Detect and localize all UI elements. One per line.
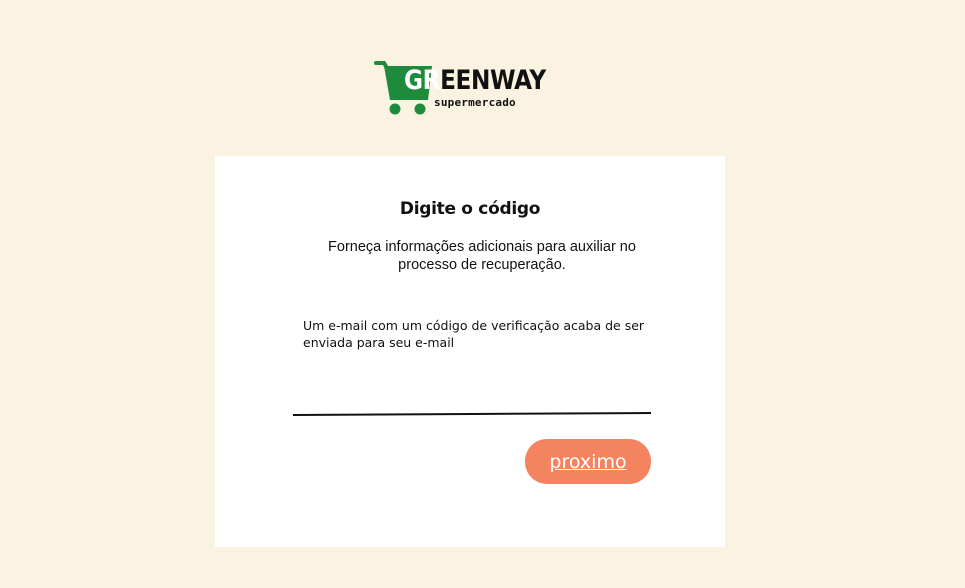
logo-letter-g: G: [404, 65, 423, 96]
page-subtitle: Forneça informações adicionais para auxi…: [328, 239, 636, 273]
code-input-underline: [293, 412, 652, 416]
logo-letter-r: R: [422, 65, 441, 96]
next-button[interactable]: proximo: [525, 439, 651, 484]
verification-card: Digite o código Forneça informações adic…: [215, 156, 725, 547]
logo-subtitle: supermercado: [434, 96, 516, 109]
page-title: Digite o código: [399, 199, 541, 219]
verification-message: Um e-mail com um código de verificação a…: [303, 318, 645, 350]
logo-wordmark: GREENWAY: [404, 66, 546, 96]
logo-word-rest: EENWAY: [440, 65, 546, 96]
verification-code-input[interactable]: [293, 376, 655, 414]
greenway-logo: GREENWAY supermercado: [374, 60, 546, 118]
